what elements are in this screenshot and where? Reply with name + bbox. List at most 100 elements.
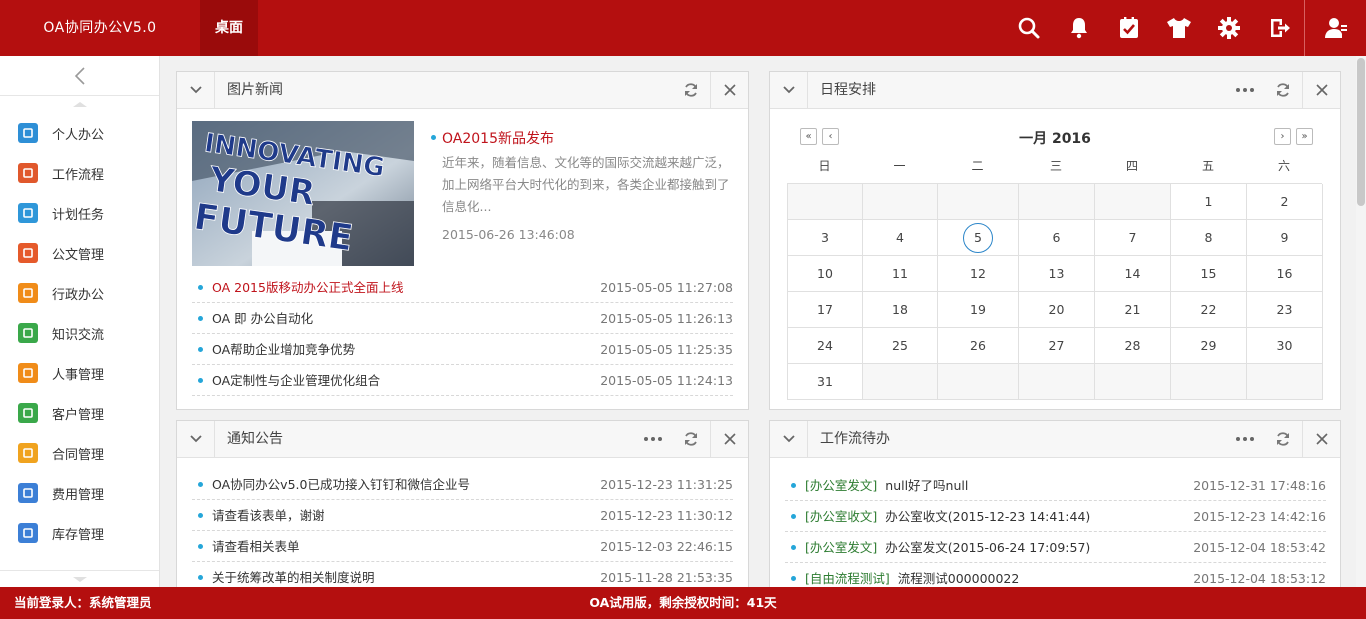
item-time: 2015-12-04 18:53:42 [1193,540,1326,555]
calendar-day[interactable]: 15 [1171,256,1247,292]
scrollbar-thumb[interactable] [1357,58,1365,206]
sidebar-item[interactable]: 人事管理 [0,353,159,393]
refresh-button[interactable] [672,421,710,457]
list-item[interactable]: [办公室发文] null好了吗null 2015-12-31 17:48:16 [785,470,1326,501]
calendar-day[interactable]: 18 [863,292,938,328]
calendar-day[interactable]: 20 [1019,292,1095,328]
calendar-day[interactable]: 9 [1247,220,1323,256]
gear-icon[interactable] [1204,0,1254,56]
calendar-day[interactable]: 22 [1171,292,1247,328]
sidebar-item[interactable]: 工作流程 [0,153,159,193]
panel-collapse-button[interactable] [177,421,215,457]
more-button[interactable] [1226,421,1264,457]
tab-desktop[interactable]: 桌面 [200,0,258,56]
panel-collapse-button[interactable] [770,72,808,108]
sidebar-item[interactable]: 知识交流 [0,313,159,353]
item-category: [自由流程测试] [805,571,890,586]
calendar-day[interactable]: 17 [788,292,863,328]
panel-collapse-button[interactable] [177,72,215,108]
list-item[interactable]: OA 2015版移动办公正式全面上线 2015-05-05 11:27:08 [192,272,733,303]
sidebar-scroll-up[interactable] [0,96,159,113]
sidebar-item[interactable]: 合同管理 [0,433,159,473]
item-title: OA 2015版移动办公正式全面上线 [212,280,404,295]
calendar-day[interactable]: 2 [1247,184,1323,220]
more-button[interactable] [634,421,672,457]
calendar-day[interactable]: 12 [938,256,1019,292]
list-item[interactable]: [办公室发文] 办公室发文(2015-06-24 17:09:57) 2015-12… [785,532,1326,563]
calendar-day[interactable]: 31 [788,364,863,400]
item-time: 2015-12-31 17:48:16 [1193,478,1326,493]
calendar-day[interactable]: 4 [863,220,938,256]
sidebar-item[interactable]: 客户管理 [0,393,159,433]
list-item[interactable]: OA协同办公v5.0已成功接入钉钉和微信企业号 2015-12-23 11:31:… [192,469,733,500]
calendar-day[interactable]: 23 [1247,292,1323,328]
calendar-day-number: 29 [1200,338,1217,353]
prev-month-button[interactable]: ‹ [822,128,839,145]
logout-icon[interactable] [1254,0,1304,56]
calendar-day[interactable]: 1 [1171,184,1247,220]
weekday-label: 二 [971,159,984,173]
list-item[interactable]: 请查看相关表单 2015-12-03 22:46:15 [192,531,733,562]
close-button[interactable] [1302,421,1340,457]
search-icon[interactable] [1004,0,1054,56]
page-scrollbar[interactable] [1356,56,1366,587]
calendar-day[interactable]: 8 [1171,220,1247,256]
sidebar-collapse-button[interactable] [0,56,159,96]
calendar-day[interactable]: 13 [1019,256,1095,292]
refresh-button[interactable] [1264,72,1302,108]
sidebar-scroll-down[interactable] [0,570,159,587]
calendar-day[interactable]: 7 [1095,220,1171,256]
list-item[interactable]: OA定制性与企业管理优化组合 2015-05-05 11:24:13 [192,365,733,396]
calendar-day[interactable]: 11 [863,256,938,292]
shirt-icon[interactable] [1154,0,1204,56]
task-check-icon[interactable] [1104,0,1154,56]
close-button[interactable] [1302,72,1340,108]
sidebar-item[interactable]: 库存管理 [0,513,159,553]
bullet-dot [791,545,796,550]
calendar-day[interactable]: 10 [788,256,863,292]
prev-year-button[interactable]: « [800,128,817,145]
calendar-day[interactable]: 6 [1019,220,1095,256]
list-item[interactable]: [办公室收文] 办公室收文(2015-12-23 14:41:44) 2015-12… [785,501,1326,532]
featured-news-title[interactable]: OA2015新品发布 [442,128,554,148]
close-button[interactable] [710,72,748,108]
calendar-day[interactable]: 19 [938,292,1019,328]
calendar-empty-cell [938,364,1019,400]
bell-icon[interactable] [1054,0,1104,56]
close-button[interactable] [710,421,748,457]
sidebar-item[interactable]: 计划任务 [0,193,159,233]
more-button[interactable] [1226,72,1264,108]
close-icon [1315,433,1328,445]
sidebar-item[interactable]: 费用管理 [0,473,159,513]
chevron-down-icon [782,435,795,443]
calendar-day[interactable]: 27 [1019,328,1095,364]
more-dots-icon [1236,437,1254,441]
news-image[interactable]: INNOVATING YOUR FUTURE [192,121,414,266]
calendar-day[interactable]: 14 [1095,256,1171,292]
calendar-day[interactable]: 3 [788,220,863,256]
calendar-day[interactable]: 5 [938,220,1019,256]
calendar-day[interactable]: 16 [1247,256,1323,292]
sidebar-item[interactable]: 公文管理 [0,233,159,273]
user-menu-button[interactable] [1304,0,1366,56]
calendar-day[interactable]: 24 [788,328,863,364]
sidebar-item-label: 行政办公 [52,287,105,303]
sidebar-item[interactable]: 行政办公 [0,273,159,313]
sidebar-item[interactable]: 个人办公 [0,113,159,153]
refresh-button[interactable] [1264,421,1302,457]
calendar-day[interactable]: 25 [863,328,938,364]
calendar-day[interactable]: 26 [938,328,1019,364]
calendar-day[interactable]: 21 [1095,292,1171,328]
calendar-day[interactable]: 28 [1095,328,1171,364]
panel-collapse-button[interactable] [770,421,808,457]
calendar-day[interactable]: 30 [1247,328,1323,364]
list-item[interactable]: OA帮助企业增加竞争优势 2015-05-05 11:25:35 [192,334,733,365]
calendar-day[interactable]: 29 [1171,328,1247,364]
panel-header: 通知公告 [177,421,748,458]
next-month-button[interactable]: › [1274,128,1291,145]
refresh-button[interactable] [672,72,710,108]
next-year-button[interactable]: » [1296,128,1313,145]
list-item[interactable]: OA 即 办公自动化 2015-05-05 11:26:13 [192,303,733,334]
list-item[interactable]: 请查看该表单，谢谢 2015-12-23 11:30:12 [192,500,733,531]
item-category: [办公室发文] [805,540,878,555]
